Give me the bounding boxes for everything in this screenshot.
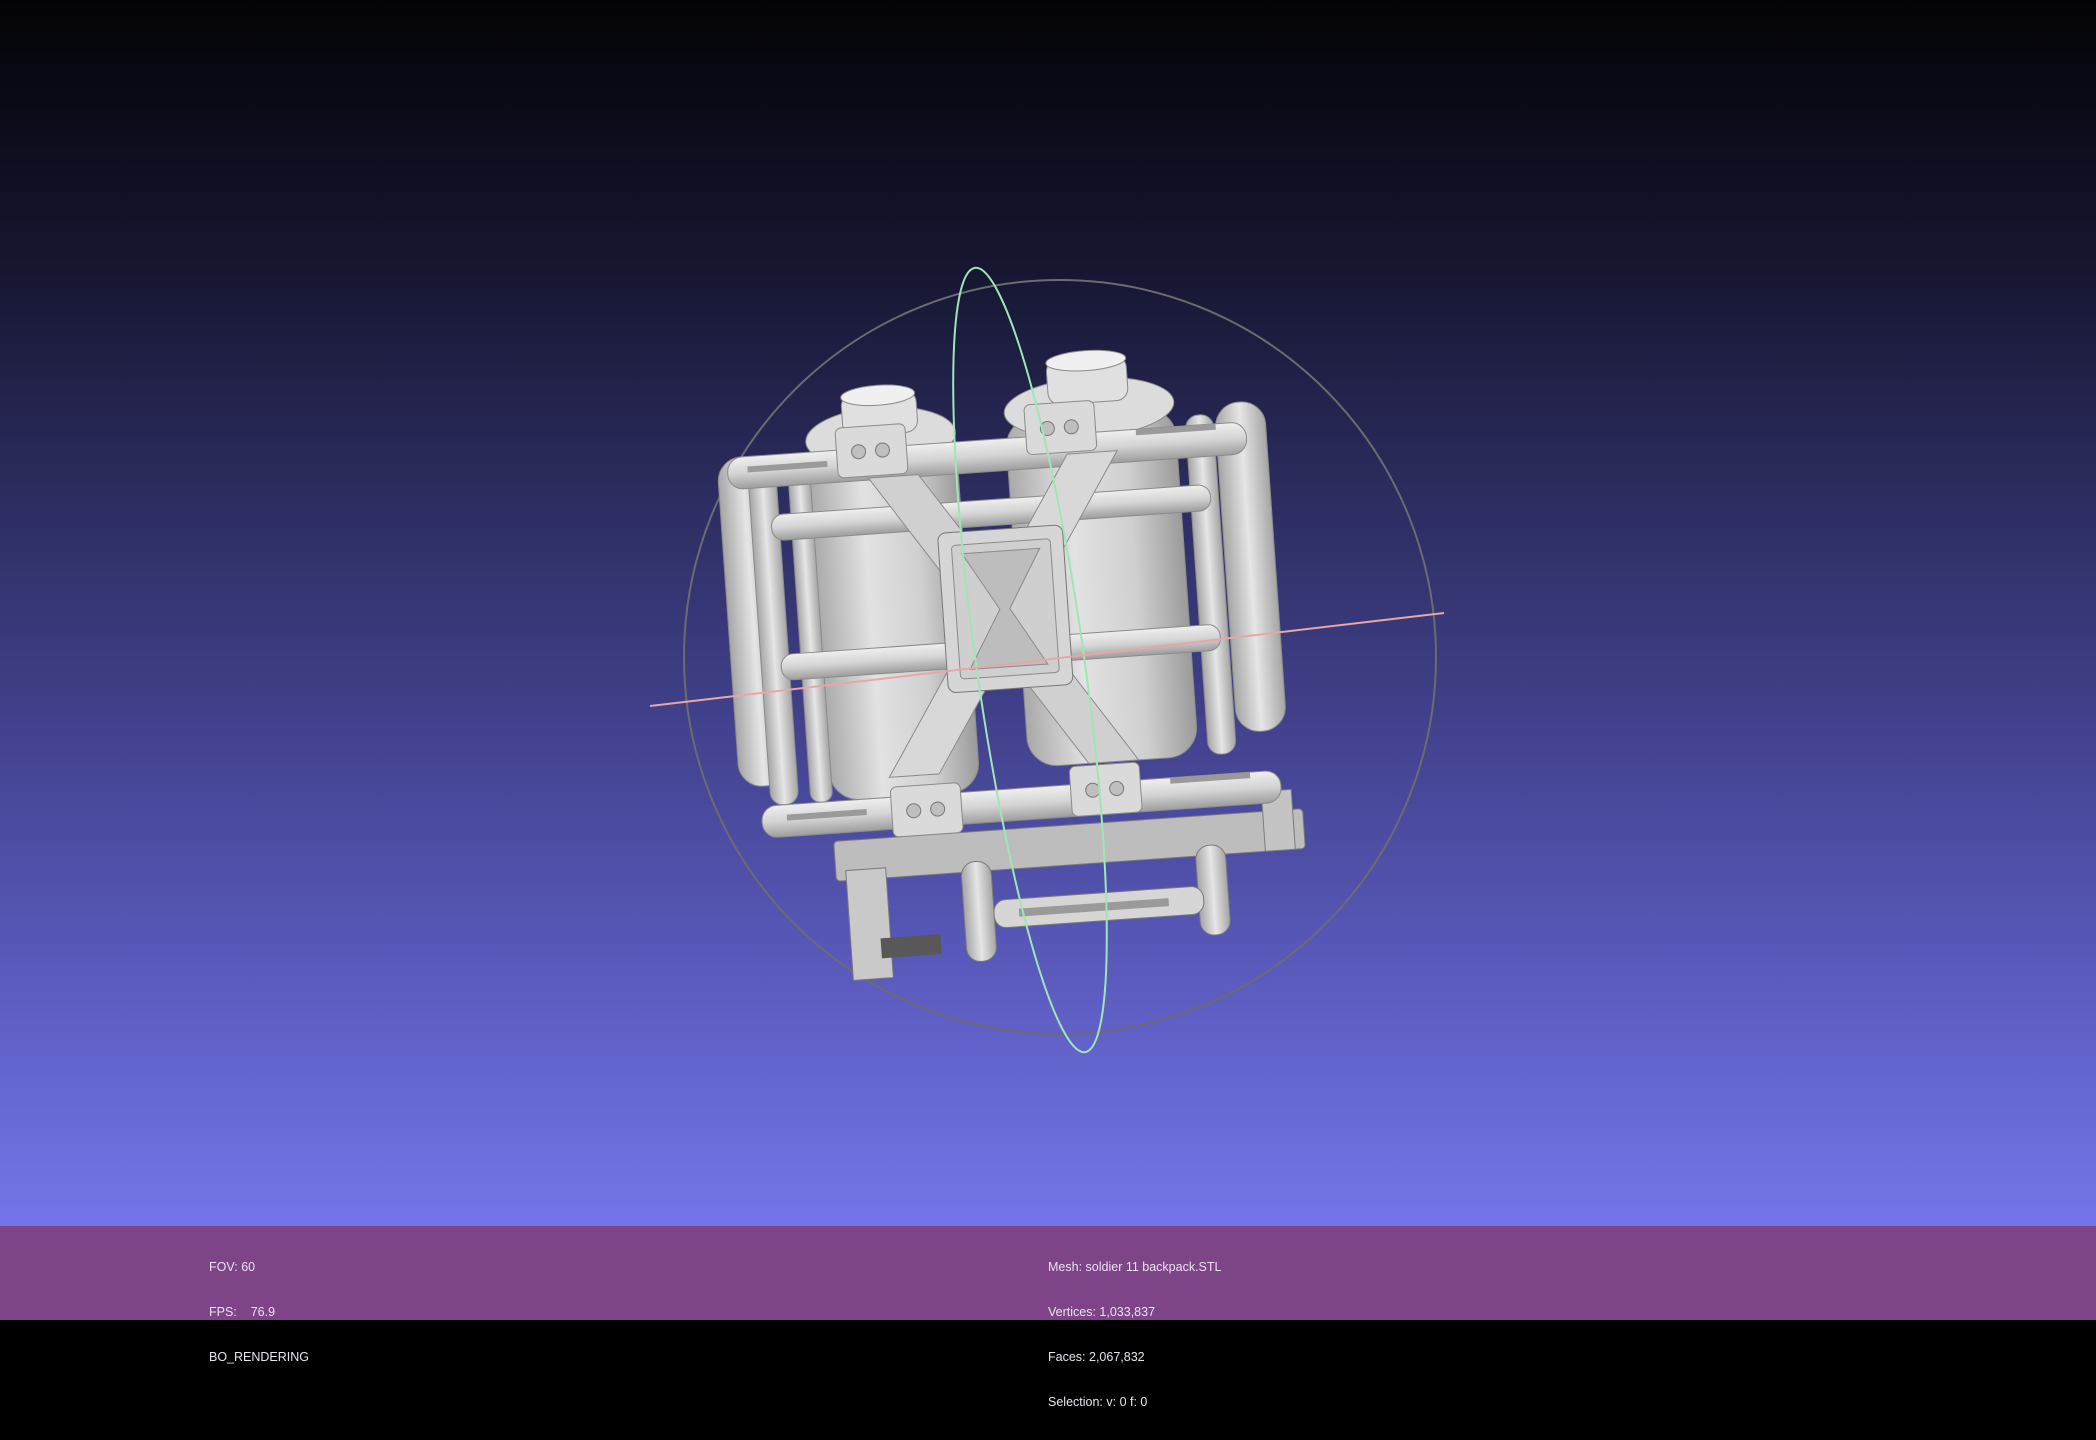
fps-readout: FPS: 76.9 (209, 1305, 276, 1319)
face-count: Faces: 2,067,832 (1048, 1350, 1145, 1364)
status-right-panel: Mesh: soldier 11 backpack.STL Vertices: … (1048, 1230, 1221, 1440)
selection-readout: Selection: v: 0 f: 0 (1048, 1395, 1148, 1409)
mesh-name: Mesh: soldier 11 backpack.STL (1048, 1260, 1222, 1274)
status-bar: FOV: 60 FPS: 76.9 BO_RENDERING Mesh: sol… (0, 1226, 2096, 1409)
render-mode: BO_RENDERING (209, 1350, 310, 1364)
vertex-count: Vertices: 1,033,837 (1048, 1305, 1156, 1319)
mesh-backpack[interactable] (711, 338, 1312, 988)
scene-canvas[interactable] (0, 0, 2096, 1226)
3d-viewport[interactable] (0, 0, 2096, 1226)
status-left-panel: FOV: 60 FPS: 76.9 BO_RENDERING (209, 1230, 309, 1395)
fov-readout: FOV: 60 (209, 1260, 256, 1274)
